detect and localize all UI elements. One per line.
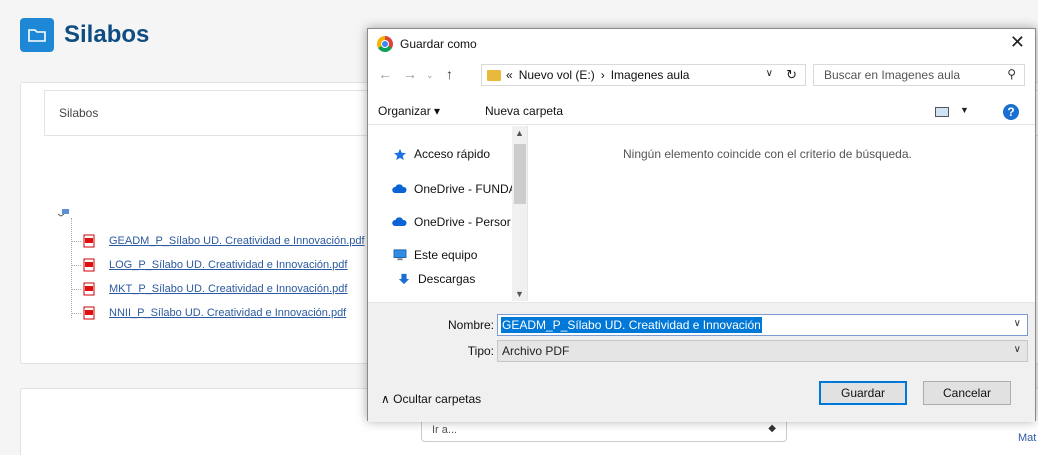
nav-item-label: Descargas: [418, 272, 476, 286]
nav-item-this-pc[interactable]: Este equipo: [392, 248, 477, 262]
dialog-title: Guardar como: [400, 37, 477, 51]
filetype-select[interactable]: Archivo PDF ∨: [497, 340, 1028, 362]
chevron-down-icon[interactable]: ∨: [766, 68, 773, 79]
path-segment-drive[interactable]: Nuevo vol (E:): [519, 68, 595, 82]
forward-arrow-icon[interactable]: →: [403, 66, 417, 82]
file-link[interactable]: NNII_P_Sílabo UD. Creatividad e Innovaci…: [109, 307, 346, 319]
pdf-icon: [83, 234, 95, 248]
dialog-titlebar[interactable]: Guardar como ✕: [368, 29, 1035, 57]
nav-item-onedrive-personal[interactable]: OneDrive - Persor: [392, 215, 511, 229]
side-link[interactable]: Mat: [1018, 432, 1036, 444]
nav-item-label: OneDrive - Persor: [414, 215, 511, 229]
navigation-pane: Acceso rápido OneDrive - FUNDA OneDrive …: [368, 126, 528, 301]
filename-input[interactable]: GEADM_P_Sílabo UD. Creatividad e Innovac…: [497, 314, 1028, 336]
path-segment-folder[interactable]: Imagenes aula: [611, 68, 690, 82]
empty-results-message: Ningún elemento coincide con el criterio…: [623, 147, 912, 161]
folder-icon: [20, 18, 54, 52]
file-item[interactable]: NNII_P_Sílabo UD. Creatividad e Innovaci…: [71, 304, 346, 322]
pdf-icon: [83, 258, 95, 272]
dialog-toolbar: Organizar ▾ Nueva carpeta ▼ ?: [368, 97, 1035, 125]
view-options-icon[interactable]: [935, 107, 949, 117]
tree-folder-icon: [57, 209, 69, 217]
nav-item-quick-access[interactable]: Acceso rápido: [392, 147, 490, 161]
file-link[interactable]: MKT_P_Sílabo UD. Creatividad e Innovació…: [109, 283, 347, 295]
path-overflow[interactable]: «: [506, 68, 513, 82]
hide-folders-toggle[interactable]: ∧ Ocultar carpetas: [381, 392, 481, 406]
dialog-bottom-panel: Nombre: GEADM_P_Sílabo UD. Creatividad e…: [368, 302, 1035, 422]
computer-icon: [393, 249, 407, 261]
path-separator: ›: [600, 68, 605, 82]
type-label: Tipo:: [467, 344, 494, 358]
nav-item-label: Este equipo: [414, 248, 478, 262]
view-dropdown-icon[interactable]: ▼: [960, 105, 969, 115]
page-title: Silabos: [64, 21, 150, 48]
page-header: Silabos: [20, 18, 149, 52]
cloud-icon: [392, 217, 407, 226]
filetype-value: Archivo PDF: [502, 344, 570, 358]
refresh-icon[interactable]: ↻: [786, 67, 797, 83]
chevron-down-icon[interactable]: ∨: [1014, 318, 1021, 329]
back-arrow-icon[interactable]: ←: [378, 66, 392, 82]
file-item[interactable]: LOG_P_Sílabo UD. Creatividad e Innovació…: [71, 256, 347, 274]
nav-item-label: Acceso rápido: [414, 147, 491, 161]
save-as-dialog: Guardar como ✕ ← → ⌄ ↑ « Nuevo vol (E:) …: [367, 28, 1036, 422]
goto-select-value: Ir a...: [432, 424, 458, 436]
scroll-thumb[interactable]: [514, 144, 526, 204]
filename-value: GEADM_P_Sílabo UD. Creatividad e Innovac…: [501, 317, 762, 333]
chevron-up-icon: ∧: [381, 392, 390, 406]
chrome-icon: [377, 36, 393, 52]
cancel-button[interactable]: Cancelar: [923, 381, 1011, 405]
nav-item-downloads[interactable]: Descargas: [396, 272, 475, 286]
hide-folders-label: Ocultar carpetas: [393, 392, 482, 406]
chevron-down-icon[interactable]: ∨: [1014, 344, 1021, 355]
select-arrow-icon: ◆: [768, 423, 776, 434]
search-icon: ⚲: [1007, 67, 1016, 81]
folder-icon: [487, 69, 501, 81]
file-item[interactable]: GEADM_P_Sílabo UD. Creatividad e Innovac…: [71, 232, 365, 250]
download-icon: [398, 273, 410, 285]
organize-menu[interactable]: Organizar ▾: [378, 104, 440, 118]
new-folder-button[interactable]: Nueva carpeta: [485, 104, 563, 118]
up-arrow-icon[interactable]: ↑: [446, 66, 453, 82]
nav-item-onedrive-funda[interactable]: OneDrive - FUNDA: [392, 182, 517, 196]
save-button[interactable]: Guardar: [819, 381, 907, 405]
name-label: Nombre:: [447, 318, 494, 332]
nav-item-label: OneDrive - FUNDA: [414, 182, 517, 196]
tree-root[interactable]: [57, 207, 69, 217]
navigation-bar: ← → ⌄ ↑ « Nuevo vol (E:) › Imagenes aula…: [368, 61, 1035, 89]
file-link[interactable]: LOG_P_Sílabo UD. Creatividad e Innovació…: [109, 259, 347, 271]
file-link[interactable]: GEADM_P_Sílabo UD. Creatividad e Innovac…: [109, 235, 365, 247]
search-input[interactable]: Buscar en Imagenes aula ⚲: [813, 64, 1025, 86]
breadcrumb-label: Silabos: [59, 106, 99, 120]
search-placeholder: Buscar en Imagenes aula: [824, 68, 961, 82]
scrollbar[interactable]: ▲ ▼: [512, 126, 527, 301]
recent-dropdown-icon[interactable]: ⌄: [426, 70, 434, 81]
help-icon[interactable]: ?: [1003, 104, 1019, 120]
pdf-icon: [83, 282, 95, 296]
file-item[interactable]: MKT_P_Sílabo UD. Creatividad e Innovació…: [71, 280, 347, 298]
scroll-down-icon[interactable]: ▼: [515, 289, 524, 299]
star-icon: [394, 148, 406, 160]
close-icon[interactable]: ✕: [1010, 32, 1025, 53]
address-bar[interactable]: « Nuevo vol (E:) › Imagenes aula ∨ ↻: [481, 64, 806, 86]
scroll-up-icon[interactable]: ▲: [515, 128, 524, 138]
cloud-icon: [392, 184, 407, 193]
pdf-icon: [83, 306, 95, 320]
